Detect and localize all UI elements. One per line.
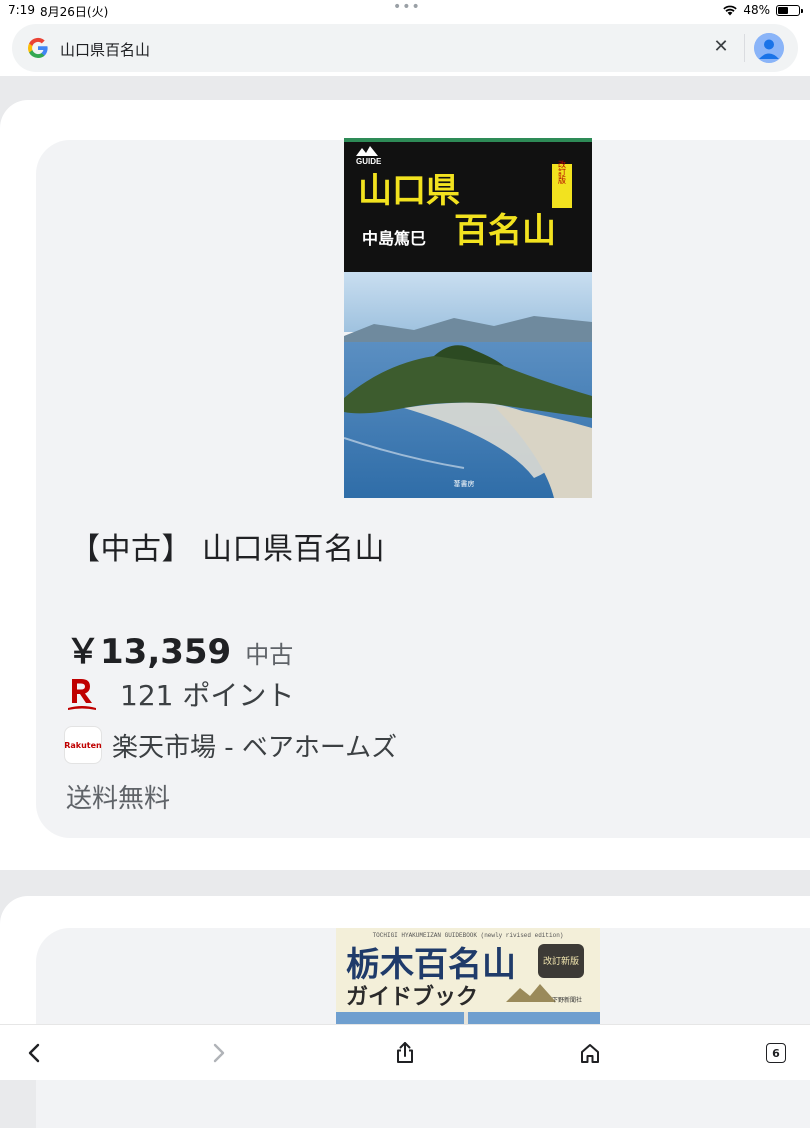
tab-count-icon: 6 (766, 1043, 786, 1063)
account-avatar[interactable] (754, 33, 784, 63)
account-person-icon (754, 33, 784, 63)
chevron-right-icon (213, 1043, 225, 1063)
product-price: ￥13,359 (66, 632, 232, 672)
search-header: 山口県百名山 ✕ (0, 22, 810, 76)
status-bar: 7:19 8月26日(火) ••• 48% (0, 0, 810, 22)
next-cover-subtitle: TOCHIGI HYAKUMEIZAN GUIDEBOOK (newly riv… (373, 932, 564, 939)
cover-publisher: 葦書房 (454, 479, 475, 488)
battery-percent: 48% (743, 3, 770, 17)
search-box[interactable]: 山口県百名山 ✕ (12, 24, 798, 72)
product-title[interactable]: 【中古】 山口県百名山 (70, 524, 385, 568)
product-condition: 中古 (245, 641, 294, 669)
share-icon (397, 1042, 413, 1063)
cover-title-line2: 百名山 (454, 211, 556, 251)
status-time: 7:19 (8, 3, 35, 17)
next-cover-publisher: 下野新聞社 (552, 996, 582, 1004)
status-indicators: 48% (723, 3, 803, 17)
clear-search-icon[interactable]: ✕ (710, 36, 732, 58)
shipping-info: 送料無料 (66, 784, 171, 814)
rakuten-points-icon (66, 675, 98, 713)
product-card[interactable]: GUIDE 山口県 百名山 中島篤巳 改訂版 葦書房 【中古】 山口県百名山 ￥… (36, 138, 810, 838)
points-row: 121 ポイント (66, 674, 294, 714)
share-button[interactable] (389, 1037, 421, 1069)
home-button[interactable] (574, 1037, 606, 1069)
cover-author: 中島篤巳 (362, 229, 426, 248)
book-cover-next: TOCHIGI HYAKUMEIZAN GUIDEBOOK (newly riv… (336, 928, 600, 1038)
next-cover-title: 栃木百名山 (346, 945, 516, 985)
back-button[interactable] (18, 1037, 50, 1069)
battery-icon (776, 4, 803, 16)
seller-row[interactable]: Rakuten 楽天市場 - ベアホームズ (64, 726, 397, 764)
wifi-icon (723, 5, 738, 15)
cover-badge: 改訂版 (558, 159, 567, 185)
status-date: 8月26日(火) (40, 5, 109, 19)
tab-switcher-button[interactable]: 6 (760, 1037, 792, 1069)
book-cover: GUIDE 山口県 百名山 中島篤巳 改訂版 葦書房 (344, 138, 592, 498)
google-logo-icon (27, 37, 48, 59)
cover-series: GUIDE (356, 157, 382, 166)
search-divider (744, 34, 745, 62)
next-cover-line2: ガイドブック (346, 984, 478, 1010)
rakuten-logo-icon: Rakuten (64, 726, 102, 764)
cover-title-line1: 山口県 (358, 171, 460, 211)
product-points: 121 ポイント (120, 679, 295, 712)
search-query[interactable]: 山口県百名山 (60, 39, 150, 60)
seller-name[interactable]: 楽天市場 - ベアホームズ (112, 727, 397, 764)
home-icon (581, 1044, 599, 1063)
price-row: ￥13,359 中古 (66, 624, 293, 673)
chevron-left-icon (28, 1043, 40, 1063)
next-cover-badge: 改訂新版 (543, 955, 579, 967)
multitasking-dots-icon[interactable]: ••• (393, 0, 421, 15)
forward-button[interactable] (203, 1037, 235, 1069)
results-sheet: GUIDE 山口県 百名山 中島篤巳 改訂版 葦書房 【中古】 山口県百名山 ￥… (0, 100, 810, 870)
product-image[interactable]: GUIDE 山口県 百名山 中島篤巳 改訂版 葦書房 (344, 138, 592, 498)
bottom-toolbar: 6 (0, 1024, 810, 1080)
product-image-next[interactable]: TOCHIGI HYAKUMEIZAN GUIDEBOOK (newly riv… (336, 928, 600, 1038)
